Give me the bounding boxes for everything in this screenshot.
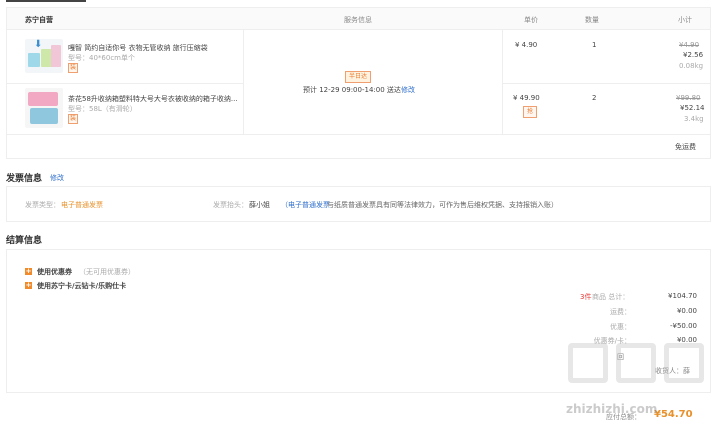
- invoice-head-value: 薛小姐: [249, 201, 270, 209]
- coupon-note: （无可用优惠券）: [79, 268, 135, 276]
- order-table: 苏宁自营 服务信息 单价 数量 小计 ⬇ 嘎智 简约自适你号 衣物无管收纳 旅行…: [6, 7, 711, 159]
- expand-icon[interactable]: +: [25, 268, 32, 275]
- item-badge: 装: [68, 114, 79, 124]
- item-subtotal: ¥2.56: [683, 51, 704, 59]
- watermark-logo: [566, 343, 716, 403]
- delivery-edit-link[interactable]: 修改: [401, 85, 415, 95]
- summary-value: ¥104.70: [668, 292, 697, 300]
- summary-label: 运费：: [610, 308, 631, 316]
- payable-total: ¥54.70: [654, 409, 693, 420]
- item-weight: 3.4kg: [684, 115, 704, 123]
- delivery-time: 预计 12-29 09:00-14:00 送达: [303, 86, 401, 94]
- col-qty: 数量: [585, 16, 599, 24]
- product-image[interactable]: [25, 88, 63, 128]
- item-qty: 2: [592, 94, 597, 102]
- summary-value: -¥50.00: [669, 322, 697, 330]
- item-qty: 1: [592, 41, 597, 49]
- product-image[interactable]: ⬇: [25, 39, 63, 73]
- col-service: 服务信息: [344, 16, 372, 24]
- arrow-down-icon: ⬇: [34, 39, 43, 50]
- col-price: 单价: [524, 16, 538, 24]
- watermark-text: zhizhizhi.com: [566, 402, 658, 416]
- settlement-title: 结算信息: [6, 236, 43, 246]
- item-weight: 0.08kg: [679, 62, 704, 70]
- summary-line: 3件 商品 总计： ¥104.70: [567, 292, 697, 302]
- summary-line: 优惠： -¥50.00: [567, 322, 697, 332]
- half-day-badge: 半日达: [345, 71, 372, 83]
- invoice-title: 发票信息: [6, 174, 43, 184]
- summary-label: 商品 总计：: [592, 293, 630, 301]
- invoice-type-value: 电子普通发票: [61, 201, 103, 209]
- invoice-note-link[interactable]: （电子普通发票: [281, 200, 330, 210]
- table-footer-divider: [7, 134, 710, 135]
- coupon-label[interactable]: 使用优惠券: [37, 267, 72, 277]
- card-label[interactable]: 使用苏宁卡/云钻卡/乐购仕卡: [37, 281, 126, 291]
- invoice-panel: 发票类型： 电子普通发票 发票抬头： 薛小姐 （电子普通发票 与纸质普通发票具有…: [6, 186, 711, 222]
- invoice-edit-link[interactable]: 修改: [50, 173, 64, 183]
- col-subtotal: 小计: [678, 16, 692, 24]
- store-name: 苏宁自营: [25, 16, 53, 24]
- top-cut-heading: [6, 0, 86, 2]
- item-spec: 型号：58L（有滑轮）: [68, 105, 137, 113]
- item-name[interactable]: 茶花58升收纳箱塑料特大号大号衣被收纳的箱子收纳...: [68, 94, 238, 104]
- invoice-note-text: 与纸质普通发票具有同等法律效力，可作为售后维权凭据、支持报销入账）: [327, 201, 558, 209]
- expand-icon[interactable]: +: [25, 282, 32, 289]
- summary-label: 优惠：: [610, 323, 631, 331]
- item-spec: 型号：40*60cm单个: [68, 54, 135, 62]
- table-header: 苏宁自营 服务信息 单价 数量 小计: [7, 8, 710, 30]
- item-name[interactable]: 嘎智 简约自适你号 衣物无管收纳 旅行压缩袋: [68, 43, 208, 53]
- promo-badge: 抢: [523, 106, 538, 118]
- item-count: 3件: [580, 293, 592, 301]
- item-original-price: ¥99.80: [676, 94, 701, 102]
- item-price: ¥ 49.90: [513, 94, 540, 102]
- invoice-type-label: 发票类型：: [25, 201, 60, 209]
- invoice-head-label: 发票抬头：: [213, 201, 248, 209]
- item-price: ¥ 4.90: [515, 41, 538, 49]
- shipping-status: 免运费: [675, 143, 696, 151]
- item-original-price: ¥4.90: [679, 41, 700, 49]
- summary-value: ¥0.00: [676, 307, 697, 315]
- item-badge: 装: [68, 63, 79, 73]
- summary-line: 运费： ¥0.00: [567, 307, 697, 317]
- item-subtotal: ¥52.14: [680, 104, 705, 112]
